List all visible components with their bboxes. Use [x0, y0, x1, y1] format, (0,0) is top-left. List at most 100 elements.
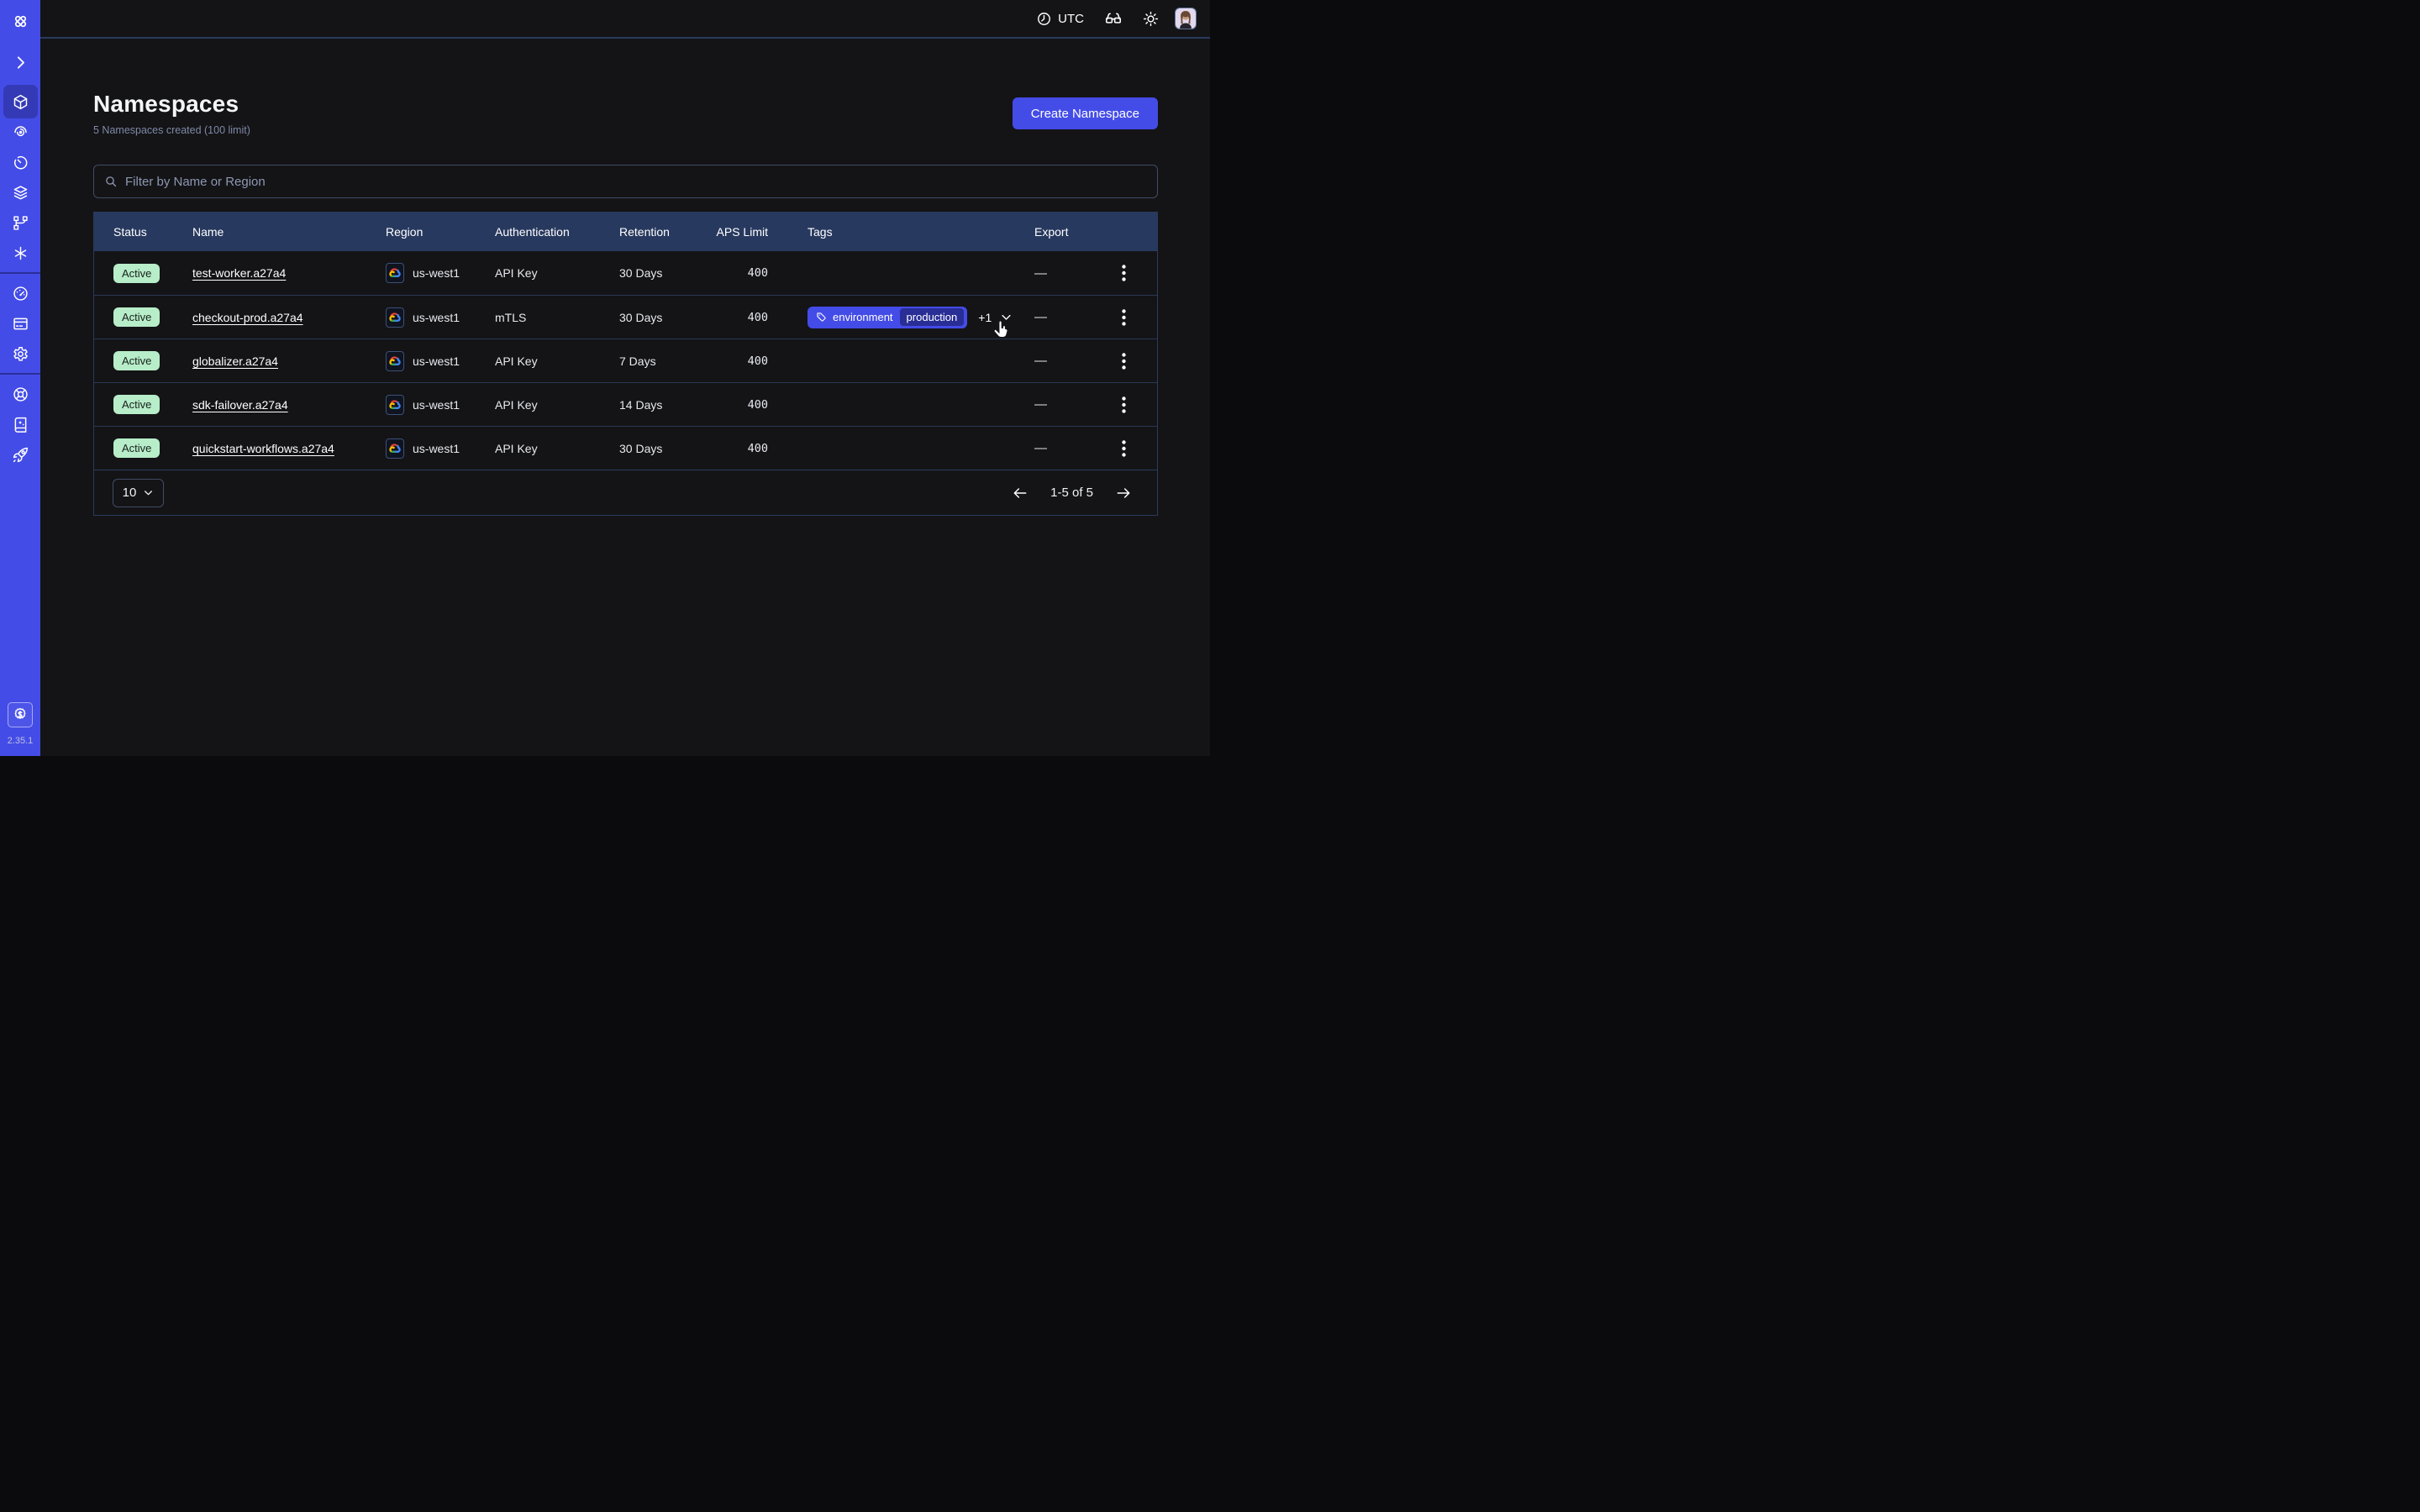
col-header-name: Name: [192, 225, 386, 239]
sidebar-item-billing[interactable]: [0, 308, 40, 339]
row-actions-button[interactable]: [1115, 307, 1132, 328]
sidebar-item-getting-started[interactable]: [0, 439, 40, 470]
sidebar-nav-admin: [0, 278, 40, 369]
arrow-left-icon: [1012, 485, 1028, 501]
sidebar-divider: [0, 373, 40, 375]
clock-icon: [1036, 11, 1052, 27]
auth-method: API Key: [495, 442, 619, 455]
create-namespace-button[interactable]: Create Namespace: [1013, 97, 1158, 129]
page-size-select[interactable]: 10: [113, 479, 164, 507]
table-header: Status Name Region Authentication Retent…: [94, 213, 1157, 251]
row-actions-button[interactable]: [1115, 262, 1132, 284]
content: Namespaces 5 Namespaces created (100 lim…: [40, 39, 1210, 756]
rocket-icon: [12, 446, 29, 464]
sidebar-expand-button[interactable]: [0, 52, 40, 72]
search-icon: [104, 175, 118, 188]
table-row[interactable]: Active test-worker.a27a4 us-west1 API Ke…: [94, 251, 1157, 295]
sidebar-item-usage[interactable]: [0, 278, 40, 308]
card-icon: [12, 315, 29, 333]
col-header-status: Status: [113, 225, 192, 239]
sidebar-nav-main: [0, 87, 40, 268]
tag-pill[interactable]: environment production: [808, 307, 967, 328]
layers-icon: [12, 184, 29, 202]
page-subtitle: 5 Namespaces created (100 limit): [93, 123, 250, 138]
gcp-icon: [386, 263, 404, 283]
col-header-region: Region: [386, 225, 495, 239]
col-header-tags: Tags: [768, 225, 1034, 239]
next-page-button[interactable]: [1115, 485, 1132, 501]
credits-button[interactable]: [8, 702, 33, 727]
badge-dollar-icon: [12, 706, 29, 723]
user-avatar[interactable]: [1175, 8, 1197, 29]
aps-limit-value: 400: [713, 398, 768, 412]
col-header-export: Export: [1034, 225, 1102, 239]
sidebar-item-nexus[interactable]: [0, 207, 40, 238]
export-status: —: [1034, 397, 1102, 412]
kebab-icon: [1122, 440, 1126, 457]
sidebar-item-namespaces[interactable]: [0, 87, 40, 117]
table-body: Active test-worker.a27a4 us-west1 API Ke…: [94, 251, 1157, 470]
row-actions-button[interactable]: [1115, 438, 1132, 459]
row-actions-button[interactable]: [1115, 350, 1132, 372]
export-status: —: [1034, 354, 1102, 368]
row-actions-button[interactable]: [1115, 394, 1132, 416]
glasses-icon: [1104, 9, 1123, 28]
auth-method: API Key: [495, 398, 619, 412]
sidebar-item-schedules[interactable]: [0, 147, 40, 177]
timezone-button[interactable]: UTC: [1036, 11, 1084, 27]
gauge-icon: [12, 285, 29, 302]
filter-bar[interactable]: [93, 165, 1158, 198]
sidebar-item-settings[interactable]: [0, 339, 40, 369]
table-row[interactable]: Active sdk-failover.a27a4 us-west1 API K…: [94, 382, 1157, 426]
sidebar-item-support[interactable]: [0, 379, 40, 409]
labs-toggle-button[interactable]: [1104, 9, 1123, 28]
table-pagination: 10 1-5 of 5: [94, 470, 1157, 515]
sidebar-item-batch-operations[interactable]: [0, 238, 40, 268]
branch-icon: [12, 214, 29, 232]
table-row[interactable]: Active globalizer.a27a4 us-west1 API Key…: [94, 339, 1157, 382]
pagination-range: 1-5 of 5: [1050, 486, 1093, 500]
lifebuoy-icon: [12, 386, 29, 403]
tag-key: environment: [833, 311, 893, 323]
namespace-link[interactable]: globalizer.a27a4: [192, 354, 278, 368]
tags-more-count: +1: [978, 311, 992, 324]
retention-value: 30 Days: [619, 442, 713, 455]
gcp-icon: [386, 307, 404, 328]
status-badge: Active: [113, 264, 160, 283]
chevron-down-icon: [143, 487, 154, 498]
table-row[interactable]: Active quickstart-workflows.a27a4 us-wes…: [94, 426, 1157, 470]
status-badge: Active: [113, 395, 160, 414]
prev-page-button[interactable]: [1012, 485, 1028, 501]
arrow-right-icon: [1115, 485, 1132, 501]
cube-icon: [12, 93, 29, 111]
sidebar-divider: [0, 272, 40, 274]
sun-icon: [1142, 10, 1160, 28]
col-header-authentication: Authentication: [495, 225, 619, 239]
namespace-link[interactable]: checkout-prod.a27a4: [192, 311, 303, 324]
page-size-value: 10: [123, 486, 137, 500]
sidebar-item-docs[interactable]: [0, 409, 40, 439]
avatar-image: [1176, 8, 1196, 29]
col-header-retention: Retention: [619, 225, 713, 239]
region-label: us-west1: [413, 442, 460, 455]
namespace-link[interactable]: sdk-failover.a27a4: [192, 398, 288, 412]
tags-expand-chevron[interactable]: [1000, 311, 1013, 323]
temporal-logo-icon[interactable]: [0, 8, 40, 34]
auth-method: API Key: [495, 266, 619, 280]
namespace-link[interactable]: test-worker.a27a4: [192, 266, 286, 280]
sidebar-item-deployments[interactable]: [0, 177, 40, 207]
retention-value: 30 Days: [619, 266, 713, 280]
chevron-right-icon: [12, 54, 29, 71]
sidebar-item-workflows[interactable]: [0, 117, 40, 147]
namespace-link[interactable]: quickstart-workflows.a27a4: [192, 442, 334, 455]
sidebar: 2.35.1: [0, 0, 40, 756]
filter-input[interactable]: [125, 175, 1147, 189]
main-column: UTC: [40, 0, 1210, 756]
retention-value: 30 Days: [619, 311, 713, 324]
topbar: UTC: [40, 0, 1210, 39]
page-title-block: Namespaces 5 Namespaces created (100 lim…: [93, 91, 250, 138]
table-row[interactable]: Active checkout-prod.a27a4 us-west1 mTLS…: [94, 295, 1157, 339]
theme-toggle-button[interactable]: [1141, 9, 1160, 28]
retention-value: 7 Days: [619, 354, 713, 368]
aps-limit-value: 400: [713, 311, 768, 324]
